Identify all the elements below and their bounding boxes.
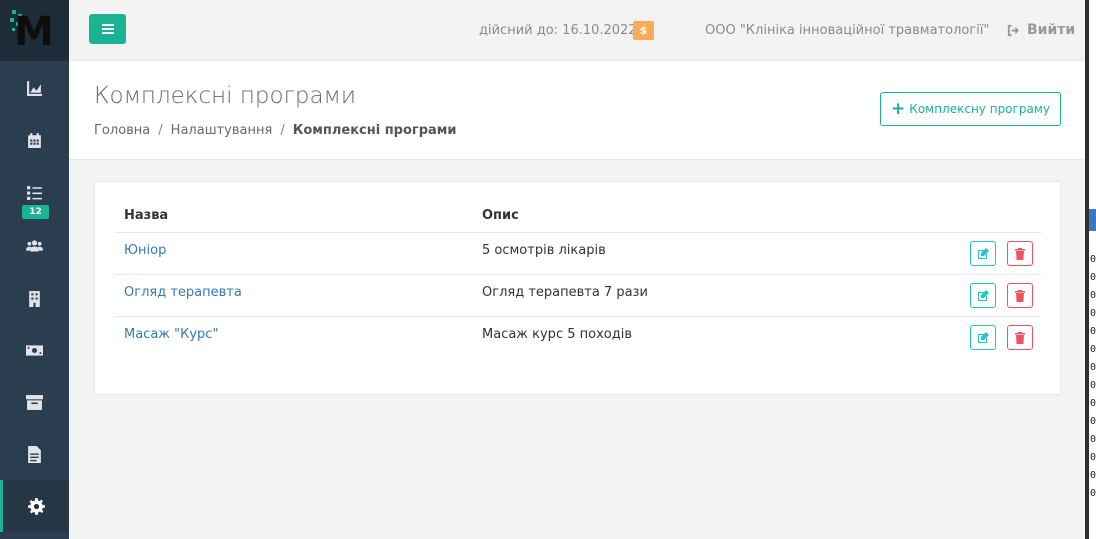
program-description: Масаж курс 5 походів: [482, 327, 632, 342]
hamburger-icon: [101, 28, 114, 30]
money-icon: [26, 344, 43, 356]
row-divider: [115, 274, 1041, 275]
program-description: Огляд терапевта 7 рази: [482, 285, 648, 300]
edge-digit: 0: [1090, 380, 1096, 391]
list-icon: [27, 185, 42, 200]
adjacent-window-highlight: [1089, 209, 1096, 231]
delete-button[interactable]: [1007, 241, 1033, 266]
program-name-link[interactable]: Огляд терапевта: [124, 285, 242, 300]
edge-digit: 0: [1090, 272, 1096, 283]
users-icon: [26, 239, 43, 251]
gear-icon: [27, 497, 45, 515]
edge-digit: 0: [1090, 488, 1096, 499]
adjacent-window-edge: 0 0 0 0 0 0 0 0 0 0 0 0 0 0: [1085, 0, 1096, 539]
menu-toggle-button[interactable]: [89, 14, 126, 44]
edit-button[interactable]: [970, 325, 996, 350]
delete-button[interactable]: [1007, 325, 1033, 350]
breadcrumb: Головна / Налаштування / Комплексні програми: [94, 123, 457, 138]
edit-icon: [978, 331, 989, 343]
program-name-link[interactable]: Юніор: [124, 243, 166, 258]
edit-button[interactable]: [970, 283, 996, 308]
logout-link[interactable]: Вийти: [1006, 22, 1075, 38]
program-name-link[interactable]: Масаж "Курс": [124, 327, 218, 342]
edge-digit: 0: [1090, 362, 1096, 373]
row-divider: [115, 316, 1041, 317]
program-description: 5 осмотрів лікарів: [482, 243, 606, 258]
logo[interactable]: M: [0, 0, 69, 61]
building-icon: [29, 290, 40, 307]
breadcrumb-settings[interactable]: Налаштування: [171, 123, 273, 138]
edge-digit: 0: [1090, 470, 1096, 481]
sidebar-item-archive[interactable]: [0, 376, 69, 428]
license-valid-until: дійсний до: 16.10.2022: [479, 23, 637, 38]
sidebar: M 12: [0, 0, 69, 539]
sidebar-item-settings[interactable]: [0, 480, 69, 532]
edge-digit: 0: [1090, 452, 1096, 463]
logo-letter: M: [14, 9, 54, 55]
add-complex-program-button[interactable]: + Комплексну програму: [880, 92, 1061, 126]
breadcrumb-home[interactable]: Головна: [94, 123, 150, 138]
page-title: Комплексні програми: [94, 83, 357, 109]
edge-digit: 0: [1090, 398, 1096, 409]
breadcrumb-current: Комплексні програми: [292, 123, 457, 138]
trash-icon: [1015, 289, 1025, 302]
column-header-description: Опис: [482, 208, 519, 223]
edge-digit: 0: [1090, 416, 1096, 427]
sign-out-icon: [1007, 24, 1020, 36]
list-badge: 12: [22, 205, 49, 219]
edge-digit: 0: [1090, 434, 1096, 445]
dollar-badge[interactable]: $: [633, 21, 654, 40]
topbar: дійсний до: 16.10.2022 $ ООО "Клініка ін…: [69, 0, 1085, 61]
calendar-icon: [28, 132, 41, 148]
edge-digit: 0: [1090, 254, 1096, 265]
edge-digit: 0: [1090, 326, 1096, 337]
sidebar-item-calendar[interactable]: [0, 114, 69, 166]
plus-icon: +: [891, 98, 906, 119]
page-heading: Комплексні програми Головна / Налаштування…: [69, 61, 1085, 160]
programs-table: Назва Опис Юніор 5 осмотрів лікарів Огля…: [94, 181, 1061, 395]
column-header-name: Назва: [124, 208, 169, 223]
edge-digit: 0: [1090, 344, 1096, 355]
trash-icon: [1015, 331, 1025, 344]
delete-button[interactable]: [1007, 283, 1033, 308]
archive-icon: [26, 394, 43, 410]
sidebar-item-users[interactable]: [0, 219, 69, 271]
chart-icon: [27, 80, 42, 96]
logout-label: Вийти: [1027, 22, 1076, 38]
document-icon: [28, 445, 41, 463]
edge-digit: 0: [1090, 290, 1096, 301]
header-divider: [115, 232, 1041, 233]
trash-icon: [1015, 247, 1025, 260]
edit-icon: [978, 247, 989, 259]
company-name: ООО "Клініка інноваційної травматології": [705, 23, 990, 38]
sidebar-item-dashboard[interactable]: [0, 62, 69, 114]
add-button-label: Комплексну програму: [909, 102, 1050, 116]
sidebar-item-finance[interactable]: [0, 324, 69, 376]
sidebar-item-building[interactable]: [0, 272, 69, 324]
sidebar-item-documents[interactable]: [0, 428, 69, 480]
edge-digit: 0: [1090, 308, 1096, 319]
edit-button[interactable]: [970, 241, 996, 266]
edit-icon: [978, 289, 989, 301]
